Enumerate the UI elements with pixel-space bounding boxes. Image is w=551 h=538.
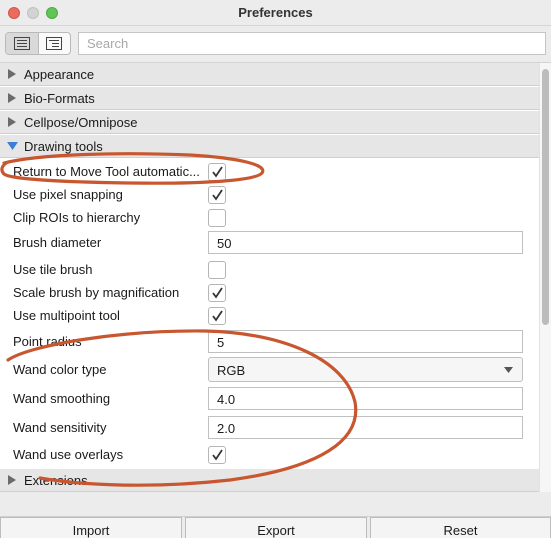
wand-sensitivity-field[interactable]: 2.0 — [208, 416, 523, 439]
button-bar: Import Export Reset — [0, 516, 551, 538]
section-cellpose-omnipose[interactable]: Cellpose/Omnipose — [0, 111, 539, 134]
section-drawing-tools[interactable]: Drawing tools — [0, 135, 539, 158]
search-input[interactable] — [78, 32, 546, 55]
tile-brush-checkbox[interactable] — [208, 261, 226, 279]
chevron-down-icon — [504, 367, 513, 373]
pref-row-wand-sensitivity: Wand sensitivity 2.0 — [0, 415, 539, 440]
scale-brush-checkbox[interactable] — [208, 284, 226, 302]
checkmark-icon — [211, 189, 223, 201]
pixel-snapping-checkbox[interactable] — [208, 186, 226, 204]
pref-label: Return to Move Tool automatic... — [13, 164, 200, 179]
pref-row-brush-diameter: Brush diameter 50 — [0, 230, 539, 255]
pref-row-wand-color-type: Wand color type RGB — [0, 357, 539, 382]
scrollbar-thumb[interactable] — [542, 69, 549, 325]
point-radius-field[interactable]: 5 — [208, 330, 523, 353]
pref-label: Wand smoothing — [13, 391, 111, 406]
brush-diameter-field[interactable]: 50 — [208, 231, 523, 254]
section-label: Bio-Formats — [24, 90, 95, 106]
pref-row-pixel-snapping: Use pixel snapping — [0, 182, 539, 207]
disclosure-arrow-icon — [0, 69, 24, 79]
window-title: Preferences — [238, 5, 313, 20]
pref-row-point-radius: Point radius 5 — [0, 329, 539, 354]
disclosure-arrow-icon — [0, 93, 24, 103]
pref-label: Scale brush by magnification — [13, 285, 180, 300]
title-bar: Preferences — [0, 0, 551, 26]
pref-row-clip-rois: Clip ROIs to hierarchy — [0, 205, 539, 230]
pref-row-tile-brush: Use tile brush — [0, 257, 539, 282]
tree-view-icon — [46, 37, 63, 50]
export-button[interactable]: Export — [185, 517, 367, 538]
checkmark-icon — [211, 449, 223, 461]
pref-label: Wand color type — [13, 362, 107, 377]
reset-button[interactable]: Reset — [370, 517, 551, 538]
pref-row-wand-smoothing: Wand smoothing 4.0 — [0, 386, 539, 411]
section-extensions[interactable]: Extensions — [0, 469, 539, 492]
list-view-button[interactable] — [6, 33, 38, 54]
select-value: RGB — [217, 363, 246, 378]
checkmark-icon — [211, 310, 223, 322]
section-label: Drawing tools — [24, 138, 103, 154]
section-label: Appearance — [24, 66, 95, 82]
pref-label: Use pixel snapping — [13, 187, 123, 202]
pref-row-scale-brush: Scale brush by magnification — [0, 280, 539, 305]
section-label: Cellpose/Omnipose — [24, 114, 138, 130]
disclosure-arrow-expanded-icon — [0, 142, 24, 150]
return-to-move-checkbox[interactable] — [208, 163, 226, 181]
pref-label: Brush diameter — [13, 235, 102, 250]
section-appearance[interactable]: Appearance — [0, 63, 539, 86]
pref-label: Point radius — [13, 334, 82, 349]
checkmark-icon — [211, 166, 223, 178]
disclosure-arrow-icon — [0, 117, 24, 127]
pref-label: Use tile brush — [13, 262, 93, 277]
wand-color-type-select[interactable]: RGB — [208, 357, 523, 382]
pref-row-wand-overlays: Wand use overlays — [0, 442, 539, 467]
import-button[interactable]: Import — [0, 517, 182, 538]
multipoint-checkbox[interactable] — [208, 307, 226, 325]
pref-label: Wand use overlays — [13, 447, 124, 462]
pref-row-return-to-move: Return to Move Tool automatic... — [0, 159, 539, 184]
clip-rois-checkbox[interactable] — [208, 209, 226, 227]
view-mode-toggle — [5, 32, 71, 55]
section-label: Extensions — [24, 472, 88, 488]
disclosure-arrow-icon — [0, 475, 24, 485]
pref-label: Clip ROIs to hierarchy — [13, 210, 141, 225]
section-bio-formats[interactable]: Bio-Formats — [0, 87, 539, 110]
pref-row-multipoint: Use multipoint tool — [0, 303, 539, 328]
tree-view-button[interactable] — [37, 33, 71, 54]
wand-overlays-checkbox[interactable] — [208, 446, 226, 464]
pref-label: Wand sensitivity — [13, 420, 107, 435]
pref-label: Use multipoint tool — [13, 308, 120, 323]
checkmark-icon — [211, 287, 223, 299]
preferences-panel: Appearance Bio-Formats Cellpose/Omnipose… — [0, 62, 551, 492]
toolbar — [0, 26, 551, 62]
wand-smoothing-field[interactable]: 4.0 — [208, 387, 523, 410]
vertical-scrollbar[interactable] — [539, 63, 551, 492]
list-view-icon — [13, 37, 30, 50]
